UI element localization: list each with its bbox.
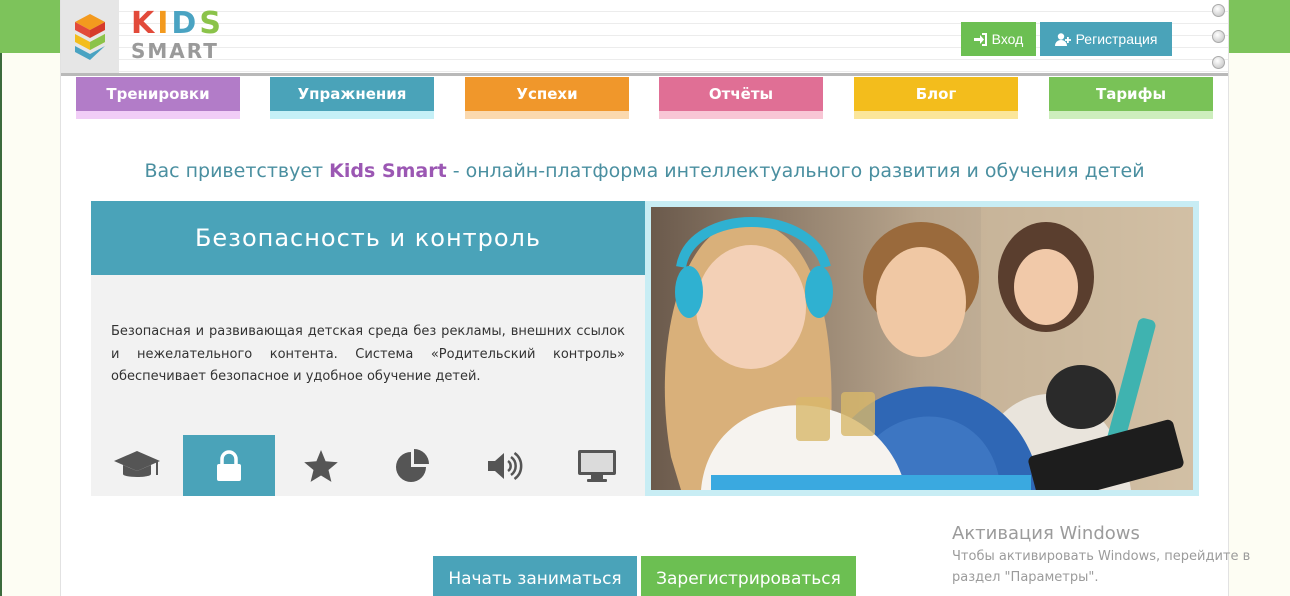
- scroll-dot[interactable]: [1212, 30, 1225, 43]
- login-button[interactable]: Вход: [961, 22, 1036, 56]
- page-container: KIDS SMART Вход Регистрация Тренировки У…: [60, 0, 1229, 596]
- nav-tab-label: Успехи: [516, 85, 578, 103]
- scroll-dots: [1212, 4, 1228, 76]
- scroll-dot[interactable]: [1212, 56, 1225, 69]
- graduation-cap-icon[interactable]: [91, 435, 183, 496]
- logo-letter: S: [199, 6, 224, 41]
- login-label: Вход: [991, 31, 1024, 47]
- logo-letter: I: [157, 6, 172, 41]
- nav-tab-label: Упражнения: [297, 85, 407, 103]
- top-green-band-right: [1228, 0, 1290, 53]
- hero-photo-children: [651, 207, 1193, 490]
- watermark-line-1: Чтобы активировать Windows, перейдите в: [952, 549, 1251, 564]
- hero-photo-frame: [645, 201, 1199, 496]
- nav-tab-label: Блог: [915, 85, 957, 103]
- logo-smart-text: SMART: [131, 39, 219, 63]
- logo-wordmark[interactable]: KIDS SMART: [131, 8, 224, 63]
- main-nav: Тренировки Упражнения Успехи Отчёты Блог…: [76, 77, 1214, 119]
- logo-letter: D: [171, 6, 200, 41]
- signup-button[interactable]: Зарегистрироваться: [641, 556, 856, 596]
- feature-icon-bar: [91, 435, 645, 496]
- feature-title: Безопасность и контроль: [91, 201, 645, 275]
- nav-tab-label: Тренировки: [106, 85, 210, 103]
- top-green-band-left: [0, 0, 62, 53]
- logo-icon[interactable]: [61, 0, 119, 73]
- nav-tab-blog[interactable]: Блог: [854, 77, 1018, 119]
- logo-mark-icon: [75, 14, 105, 60]
- welcome-prefix: Вас приветствует: [144, 160, 330, 182]
- scroll-dot[interactable]: [1212, 4, 1225, 17]
- logo-letter: K: [131, 6, 158, 41]
- star-icon[interactable]: [275, 435, 367, 496]
- start-learning-button[interactable]: Начать заниматься: [433, 556, 637, 596]
- lock-icon[interactable]: [183, 435, 275, 496]
- nav-tab-pricing[interactable]: Тарифы: [1049, 77, 1213, 119]
- logo-kids-text: KIDS: [131, 8, 224, 40]
- windows-activation-watermark: Активация Windows Чтобы активировать Win…: [952, 522, 1250, 588]
- watermark-line-2: раздел "Параметры".: [952, 570, 1099, 585]
- register-button[interactable]: Регистрация: [1040, 22, 1172, 56]
- nav-tab-exercises[interactable]: Упражнения: [270, 77, 434, 119]
- nav-tab-label: Тарифы: [1095, 85, 1167, 103]
- nav-tab-reports[interactable]: Отчёты: [659, 77, 823, 119]
- watermark-title: Активация Windows: [952, 523, 1140, 544]
- nav-tab-label: Отчёты: [708, 85, 774, 103]
- speaker-icon[interactable]: [459, 435, 551, 496]
- register-label: Регистрация: [1075, 31, 1158, 47]
- monitor-icon[interactable]: [551, 435, 643, 496]
- feature-panel: Безопасность и контроль Безопасная и раз…: [91, 201, 645, 496]
- nav-tab-trainings[interactable]: Тренировки: [76, 77, 240, 119]
- window-left-edge: [0, 53, 2, 596]
- welcome-brand: Kids Smart: [329, 160, 447, 182]
- sign-in-icon: [973, 32, 987, 46]
- welcome-suffix: - онлайн-платформа интеллектуального раз…: [446, 160, 1145, 182]
- welcome-heading: Вас приветствует Kids Smart - онлайн-пла…: [61, 160, 1228, 182]
- signup-label: Зарегистрироваться: [656, 569, 841, 589]
- feature-description: Безопасная и развивающая детская среда б…: [111, 324, 625, 384]
- start-learning-label: Начать заниматься: [448, 569, 622, 589]
- nav-tab-progress[interactable]: Успехи: [465, 77, 629, 119]
- pie-chart-icon[interactable]: [367, 435, 459, 496]
- user-plus-icon: [1054, 32, 1071, 46]
- site-header: KIDS SMART Вход Регистрация: [61, 0, 1228, 76]
